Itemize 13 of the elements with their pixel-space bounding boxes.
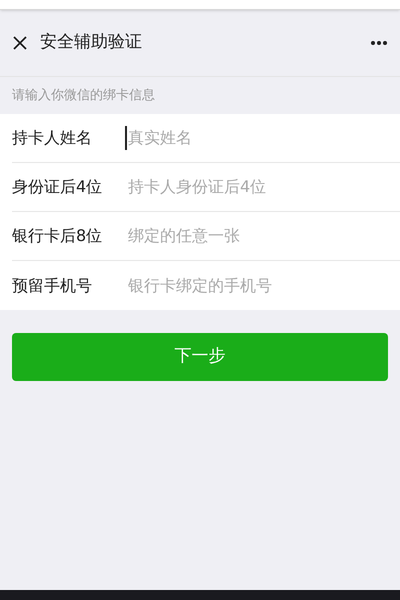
field-label: 身份证后4位 (12, 176, 104, 198)
close-icon[interactable] (12, 35, 28, 51)
more-icon[interactable] (370, 40, 388, 46)
hint-text: 请输入你微信的绑卡信息 (12, 86, 155, 105)
input-field[interactable]: 绑定的任意一张 (125, 224, 388, 248)
input-field[interactable]: 银行卡绑定的手机号 (125, 274, 388, 298)
next-button[interactable]: 下一步 (12, 333, 388, 381)
field-label: 持卡人姓名 (12, 127, 93, 149)
field-label: 银行卡后8位 (12, 225, 104, 247)
input-field[interactable]: 持卡人身份证后4位 (125, 175, 388, 199)
field-label: 预留手机号 (12, 274, 93, 296)
input-field[interactable]: 真实姓名 (125, 126, 388, 150)
page-title: 安全辅助验证 (40, 31, 142, 54)
